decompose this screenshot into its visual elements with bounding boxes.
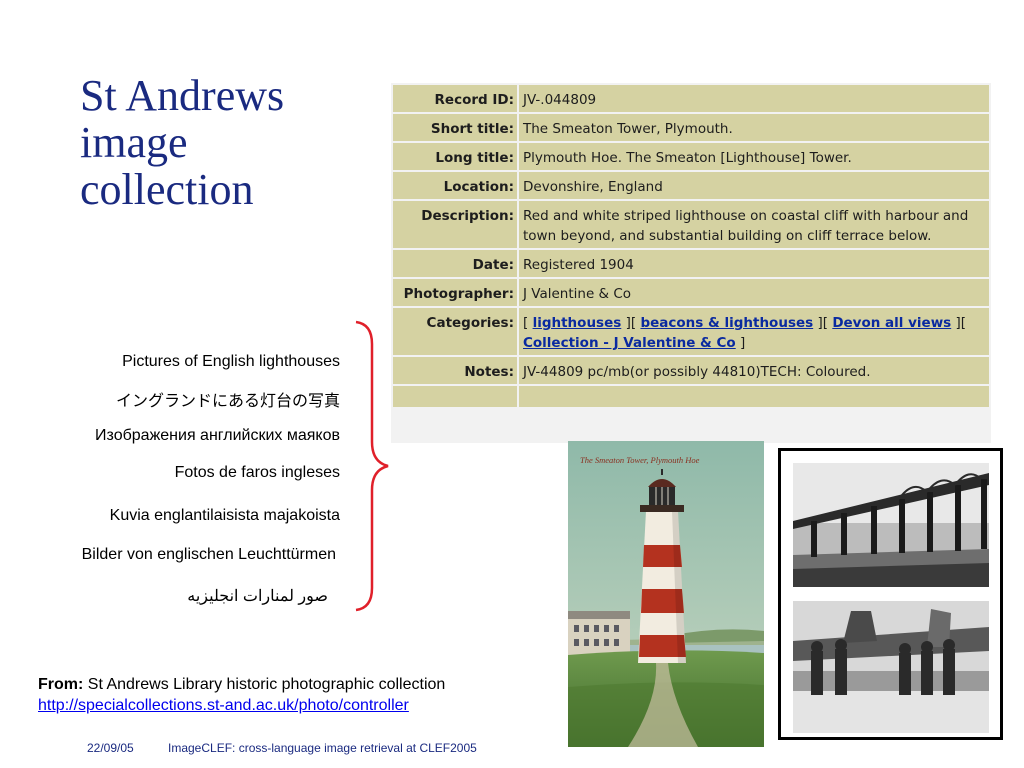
title-line: collection [80, 165, 254, 214]
bracket-sep: ][ [955, 315, 967, 331]
title-line: St Andrews [80, 71, 285, 120]
long-title-label: Long title: [393, 143, 517, 170]
record-panel: Record ID: JV-.044809 Short title: The S… [391, 83, 991, 443]
footer-title: ImageCLEF: cross-language image retrieva… [168, 741, 477, 755]
date-value: Registered 1904 [519, 250, 989, 277]
record-table: Record ID: JV-.044809 Short title: The S… [391, 83, 991, 409]
notes-value: JV-44809 pc/mb(or possibly 44810)TECH: C… [519, 357, 989, 384]
categories-value: [ lighthouses ][ beacons & lighthouses ]… [519, 308, 989, 355]
lang-german: Bilder von englischen Leuchttürmen [81, 546, 336, 563]
photo-frame [778, 448, 1003, 740]
photographer-value: J Valentine & Co [519, 279, 989, 306]
categories-label: Categories: [393, 308, 517, 355]
table-row: Photographer: J Valentine & Co [393, 279, 989, 306]
table-row: Date: Registered 1904 [393, 250, 989, 277]
lang-japanese: イングランドにある灯台の写真 [115, 393, 340, 410]
table-row: Short title: The Smeaton Tower, Plymouth… [393, 114, 989, 141]
bw-photos [793, 463, 989, 733]
lang-russian: Изображения английских маяков [95, 427, 340, 444]
source-credit: From: St Andrews Library historic photog… [38, 674, 445, 716]
table-row: Notes: JV-44809 pc/mb(or possibly 44810)… [393, 357, 989, 384]
bracket-close: ] [740, 335, 746, 351]
description-label: Description: [393, 201, 517, 248]
category-link-lighthouses[interactable]: lighthouses [533, 315, 622, 331]
slide-title: St Andrews image collection [80, 72, 380, 213]
empty-value [519, 386, 989, 407]
table-row: Categories: [ lighthouses ][ beacons & l… [393, 308, 989, 355]
location-value: Devonshire, England [519, 172, 989, 199]
date-label: Date: [393, 250, 517, 277]
lang-english: Pictures of English lighthouses [122, 353, 340, 370]
category-link-collection[interactable]: Collection - J Valentine & Co [523, 335, 736, 351]
lang-spanish: Fotos de faros ingleses [174, 464, 340, 481]
category-link-devon[interactable]: Devon all views [832, 315, 951, 331]
lighthouse-photo: The Smeaton Tower, Plymouth Hoe [568, 441, 764, 747]
title-line: image [80, 118, 188, 167]
table-row: Location: Devonshire, England [393, 172, 989, 199]
footer-date: 22/09/05 [87, 741, 134, 755]
postcard-caption: The Smeaton Tower, Plymouth Hoe [580, 455, 700, 465]
notes-label: Notes: [393, 357, 517, 384]
bracket-open: [ [523, 315, 529, 331]
lang-arabic: صور لمنارات انجليزيه [187, 588, 328, 605]
record-id-label: Record ID: [393, 85, 517, 112]
table-row: Description: Red and white striped light… [393, 201, 989, 248]
bracket-sep: ][ [817, 315, 829, 331]
from-label: From: [38, 676, 84, 693]
empty-label [393, 386, 517, 407]
category-link-beacons[interactable]: beacons & lighthouses [640, 315, 813, 331]
source-url-link[interactable]: http://specialcollections.st-and.ac.uk/p… [38, 695, 445, 716]
curly-bracket-icon [355, 320, 389, 612]
lang-finnish: Kuvia englantilaisista majakoista [109, 507, 340, 524]
table-row: Record ID: JV-.044809 [393, 85, 989, 112]
long-title-value: Plymouth Hoe. The Smeaton [Lighthouse] T… [519, 143, 989, 170]
short-title-label: Short title: [393, 114, 517, 141]
short-title-value: The Smeaton Tower, Plymouth. [519, 114, 989, 141]
from-text: St Andrews Library historic photographic… [87, 676, 446, 693]
bracket-sep: ][ [625, 315, 637, 331]
description-value: Red and white striped lighthouse on coas… [519, 201, 989, 248]
table-row [393, 386, 989, 407]
table-row: Long title: Plymouth Hoe. The Smeaton [L… [393, 143, 989, 170]
location-label: Location: [393, 172, 517, 199]
photographer-label: Photographer: [393, 279, 517, 306]
record-id-value: JV-.044809 [519, 85, 989, 112]
